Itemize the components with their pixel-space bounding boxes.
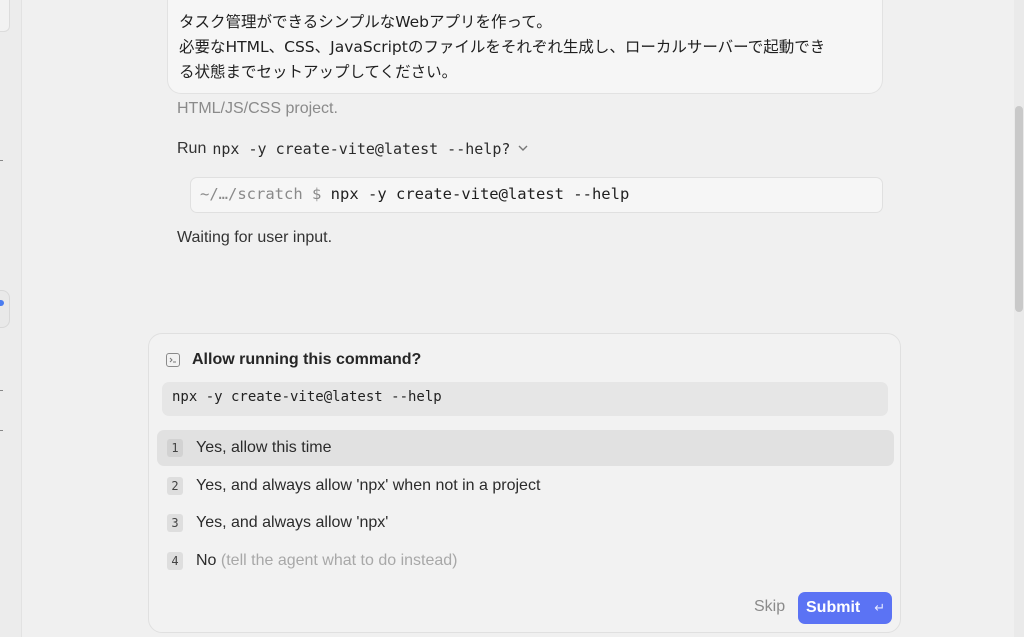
user-message-line: 必要なHTML、CSS、JavaScriptのファイルをそれぞれ生成し、ローカル… — [179, 38, 826, 56]
scroll-thumb[interactable] — [1015, 106, 1023, 312]
option-allow-once[interactable]: 1 Yes, allow this time — [157, 430, 894, 466]
assistant-text-faded: HTML/JS/CSS project. — [177, 100, 338, 117]
terminal-path: ~/…/scratch $ — [200, 185, 322, 203]
permission-dialog: Allow running this command? npx -y creat… — [148, 333, 901, 633]
option-label: No — [196, 552, 217, 569]
skip-button[interactable]: Skip — [754, 598, 785, 616]
option-label: Yes, allow this time — [196, 439, 332, 456]
sidebar-tick — [0, 160, 3, 161]
dialog-title: Allow running this command? — [192, 351, 422, 368]
sidebar-top-tab[interactable] — [0, 0, 10, 32]
option-deny[interactable]: 4 No (tell the agent what to do instead) — [157, 543, 894, 579]
scrollbar[interactable] — [1014, 0, 1024, 637]
submit-button[interactable]: Submit ↵ — [798, 592, 892, 624]
dialog-header: Allow running this command? — [166, 351, 421, 369]
command-preview: npx -y create-vite@latest --help — [162, 382, 888, 416]
option-label: Yes, and always allow 'npx' when not in … — [196, 477, 541, 494]
enter-icon: ↵ — [874, 600, 886, 615]
option-label: Yes, and always allow 'npx' — [196, 514, 389, 531]
option-hint: (tell the agent what to do instead) — [220, 552, 458, 569]
user-message-bubble: タスク管理ができるシンプルなWebアプリを作って。 必要なHTML、CSS、Ja… — [167, 0, 883, 94]
terminal-command: npx -y create-vite@latest --help — [330, 185, 630, 203]
sidebar-tick — [0, 390, 3, 391]
status-text: Waiting for user input. — [177, 229, 333, 246]
run-command-toggle[interactable]: Run npx -y create-vite@latest --help? — [177, 140, 528, 158]
option-number: 4 — [167, 552, 183, 570]
terminal-command-block: ~/…/scratch $ npx -y create-vite@latest … — [190, 177, 883, 213]
run-command-text: npx -y create-vite@latest --help? — [212, 140, 511, 158]
terminal-icon — [166, 353, 180, 367]
submit-label: Submit — [806, 599, 861, 616]
left-sidebar — [0, 0, 22, 637]
option-number: 2 — [167, 477, 183, 495]
option-number: 3 — [167, 514, 183, 532]
user-message-line: タスク管理ができるシンプルなWebアプリを作って。 — [179, 13, 552, 31]
option-always-allow-npx[interactable]: 3 Yes, and always allow 'npx' — [157, 505, 894, 541]
user-message-line: る状態までセットアップしてください。 — [179, 63, 458, 81]
run-prefix: Run — [177, 140, 207, 157]
option-always-allow-npx-outside-project[interactable]: 2 Yes, and always allow 'npx' when not i… — [157, 468, 894, 504]
sidebar-tick — [0, 430, 3, 431]
sidebar-active-item[interactable] — [0, 290, 10, 328]
option-number: 1 — [167, 439, 183, 457]
chevron-down-icon[interactable] — [518, 143, 528, 155]
